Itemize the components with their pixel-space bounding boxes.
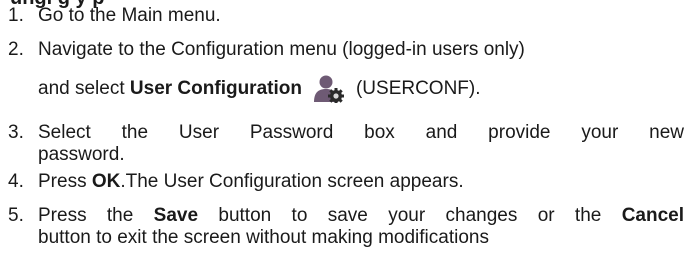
user-config-icon (312, 73, 344, 104)
step-4-line: Press OK.The User Configuration screen a… (38, 171, 684, 193)
ok-label: OK (91, 171, 121, 192)
step-text: Select the User Password box and provide… (38, 122, 684, 166)
save-label: Save (153, 205, 199, 226)
step-number: 2. (8, 39, 24, 60)
step-number: 5. (8, 205, 24, 226)
step-4-suffix: .The User Configuration screen appears. (120, 171, 464, 192)
step-5-prefix: Press the (38, 205, 154, 226)
step-number: 1. (8, 5, 24, 26)
step-3-line-1: Select the User Password box and provide… (38, 122, 684, 143)
step-number: 3. (8, 122, 24, 143)
step-text: Navigate to the Configuration menu (logg… (38, 39, 684, 104)
step-2-line-1: Navigate to the Configuration menu (logg… (38, 39, 525, 60)
step-text: Go to the Main menu. (38, 5, 684, 27)
step-5-line-1: Press the Save button to save your chang… (38, 205, 684, 227)
step-3-line-2: password. (38, 144, 125, 165)
step-5-mid: button to save your changes or the (198, 205, 622, 226)
step-2-suffix: (USERCONF). (355, 78, 481, 99)
step-text: Press OK.The User Configuration screen a… (38, 171, 684, 193)
step-2-line-2: and select User Configuration (USERCONF)… (38, 73, 684, 104)
step-5-line-2: button to exit the screen without making… (38, 227, 489, 248)
step-1-text: Go to the Main menu. (38, 5, 221, 26)
cancel-label: Cancel (621, 205, 684, 226)
step-4-prefix: Press (38, 171, 92, 192)
step-2-prefix: and select (38, 78, 130, 99)
user-configuration-label: User Configuration (129, 78, 302, 99)
step-number: 4. (8, 171, 24, 192)
step-text: Press the Save button to save your chang… (38, 205, 684, 249)
